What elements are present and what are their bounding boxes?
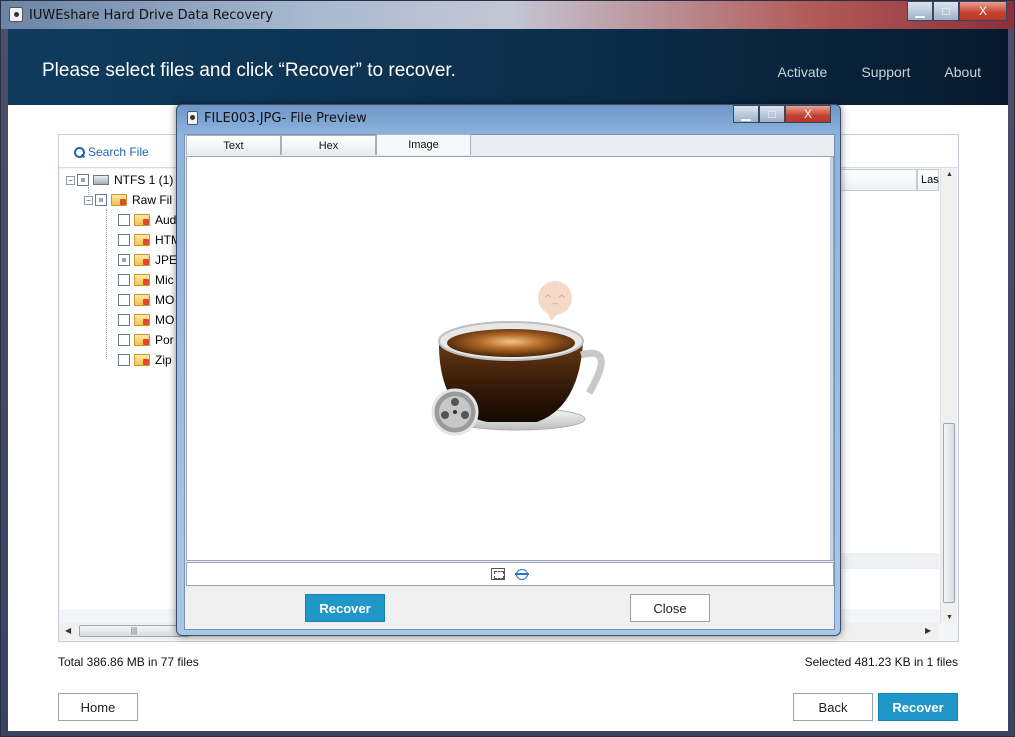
selected-row[interactable] — [829, 553, 939, 569]
dialog-footer: Recover Close — [185, 587, 834, 629]
tree-node-folder[interactable]: MO — [118, 291, 174, 309]
folder-tree: − NTFS 1 (1) − Raw Fil Aud HTM JPE Mic M… — [60, 169, 181, 609]
drive-icon — [93, 175, 109, 185]
checkbox[interactable] — [118, 314, 130, 326]
nav-support[interactable]: Support — [861, 64, 910, 80]
header-nav: Activate Support About — [744, 64, 981, 80]
tree-label: Aud — [155, 213, 177, 227]
file-preview-dialog: FILE003.JPG- File Preview ▁ □ X Text Hex… — [176, 104, 841, 636]
preview-tabs: Text Hex Image — [186, 134, 471, 155]
search-label: Search File — [88, 145, 149, 159]
nav-activate[interactable]: Activate — [778, 64, 828, 80]
preview-scrollbar[interactable] — [830, 157, 833, 560]
scroll-thumb[interactable] — [943, 423, 955, 603]
tree-label: JPE — [155, 253, 178, 267]
tree-label: Mic — [155, 273, 174, 287]
tree-node-folder[interactable]: HTM — [118, 231, 181, 249]
tree-node-folder[interactable]: Zip — [118, 351, 172, 369]
folder-icon — [134, 354, 150, 366]
minimize-button[interactable]: ▁ — [907, 1, 933, 21]
window-title: IUWEshare Hard Drive Data Recovery — [29, 8, 274, 23]
collapse-toggle[interactable]: − — [66, 175, 75, 185]
dialog-recover-button[interactable]: Recover — [305, 594, 385, 622]
bubble-text: ^_^ — [544, 294, 566, 305]
preview-toolbar — [186, 562, 834, 586]
checkbox[interactable] — [118, 274, 130, 286]
maximize-button[interactable]: □ — [933, 1, 959, 21]
nav-about[interactable]: About — [944, 64, 981, 80]
checkbox[interactable] — [118, 214, 130, 226]
collapse-toggle[interactable]: − — [84, 195, 93, 205]
back-button[interactable]: Back — [793, 693, 873, 721]
tree-label: Zip — [155, 353, 172, 367]
folder-icon — [134, 274, 150, 286]
image-preview: ^_^ — [186, 156, 834, 561]
search-file-link[interactable]: Search File — [74, 145, 149, 159]
column-header-last[interactable]: Las — [917, 169, 939, 191]
dialog-title: FILE003.JPG- File Preview — [204, 111, 367, 126]
vertical-scrollbar[interactable]: ▲ ▼ — [940, 169, 957, 623]
tree-label: NTFS 1 (1) — [114, 173, 174, 187]
dialog-close-button[interactable]: X — [785, 105, 831, 123]
scroll-up-icon[interactable]: ▲ — [946, 171, 953, 178]
total-size-text: Total 386.86 MB in 77 files — [58, 655, 199, 669]
dialog-maximize-button[interactable]: □ — [759, 105, 785, 123]
title-bar: IUWEshare Hard Drive Data Recovery ▁ □ X — [1, 1, 1014, 29]
coffee-cup-image: ^_^ — [431, 281, 605, 436]
home-button[interactable]: Home — [58, 693, 138, 721]
column-header[interactable]: e — [829, 169, 917, 191]
tree-node-folder[interactable]: Aud — [118, 211, 176, 229]
tab-text[interactable]: Text — [186, 135, 281, 155]
tree-node-folder[interactable]: Mic — [118, 271, 174, 289]
tree-label: Raw Fil — [132, 193, 173, 207]
close-window-button[interactable]: X — [959, 1, 1007, 21]
folder-icon — [134, 234, 150, 246]
file-list: e Las ▲ ▼ — [829, 169, 957, 623]
scroll-thumb[interactable]: ||| — [79, 625, 189, 637]
folder-icon — [134, 314, 150, 326]
search-icon — [74, 146, 85, 158]
checkbox[interactable] — [118, 254, 130, 266]
folder-icon — [134, 334, 150, 346]
tree-node-folder[interactable]: Por — [118, 331, 174, 349]
checkbox[interactable] — [118, 234, 130, 246]
checkbox[interactable] — [118, 334, 130, 346]
recover-button[interactable]: Recover — [878, 693, 958, 721]
folder-icon — [134, 214, 150, 226]
folder-icon — [134, 294, 150, 306]
dialog-icon — [187, 111, 198, 125]
app-header: Please select files and click “Recover” … — [8, 29, 1008, 105]
tree-node-raw-files[interactable]: − Raw Fil — [84, 191, 172, 209]
scroll-down-icon[interactable]: ▼ — [946, 614, 953, 621]
instruction-text: Please select files and click “Recover” … — [42, 60, 456, 81]
actual-size-icon[interactable] — [515, 568, 529, 580]
tree-label: MO — [155, 293, 175, 307]
checkbox[interactable] — [77, 174, 89, 186]
dialog-body: Text Hex Image ^_^ Recover Close — [184, 134, 835, 630]
app-window: IUWEshare Hard Drive Data Recovery ▁ □ X… — [0, 0, 1015, 737]
checkbox[interactable] — [118, 294, 130, 306]
tab-image[interactable]: Image — [376, 134, 471, 155]
tree-node-folder[interactable]: JPE — [118, 251, 177, 269]
tab-hex[interactable]: Hex — [281, 135, 376, 155]
tree-node-root[interactable]: − NTFS 1 (1) — [66, 171, 173, 189]
dialog-minimize-button[interactable]: ▁ — [733, 105, 759, 123]
selected-size-text: Selected 481.23 KB in 1 files — [804, 655, 958, 669]
scroll-left-icon[interactable]: ◀ — [65, 626, 71, 635]
tree-node-folder[interactable]: MO — [118, 311, 174, 329]
folder-icon — [111, 194, 127, 206]
checkbox[interactable] — [95, 194, 107, 206]
tree-label: MO — [155, 313, 175, 327]
fit-to-window-icon[interactable] — [491, 568, 505, 580]
folder-icon — [134, 254, 150, 266]
dialog-close-text-button[interactable]: Close — [630, 594, 710, 622]
app-icon — [9, 7, 23, 22]
checkbox[interactable] — [118, 354, 130, 366]
scroll-right-icon[interactable]: ▶ — [925, 626, 931, 635]
tree-label: Por — [155, 333, 174, 347]
